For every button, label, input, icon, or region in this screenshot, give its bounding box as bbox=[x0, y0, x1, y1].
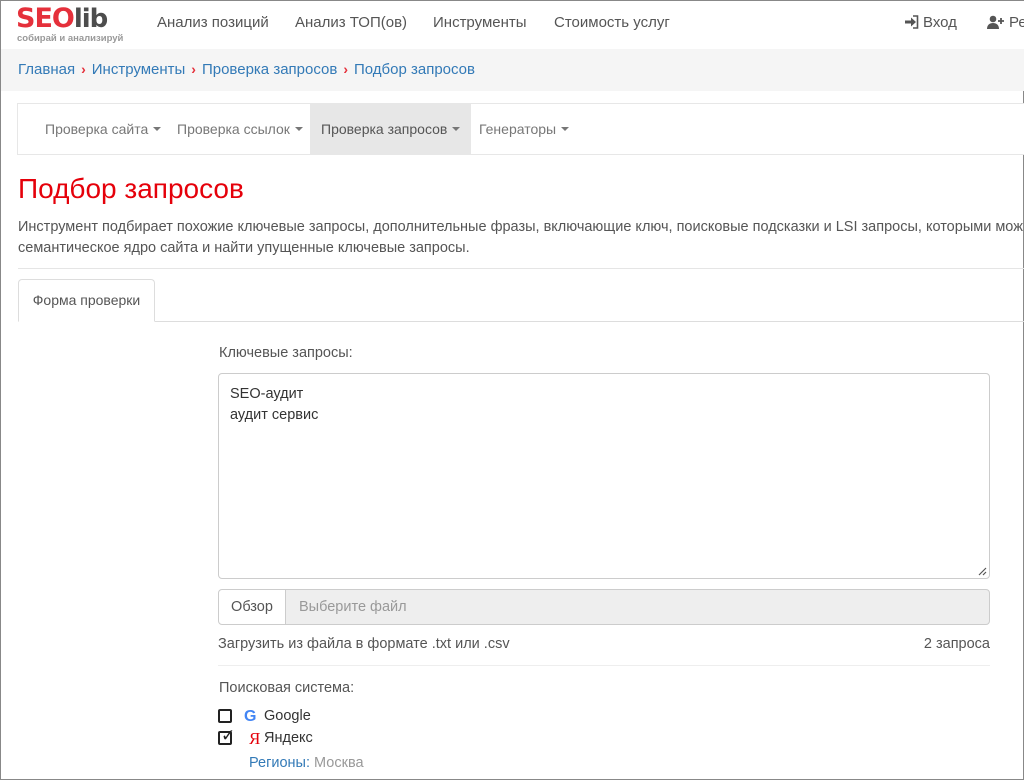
checkmark-icon: ✓ bbox=[221, 726, 236, 745]
breadcrumb-separator-icon: › bbox=[81, 61, 86, 77]
regions-link[interactable]: Регионы: bbox=[249, 755, 310, 771]
logo-seo: SEO bbox=[16, 3, 75, 34]
search-engine-label: Поисковая система: bbox=[219, 680, 355, 696]
nav-link-tools[interactable]: Инструменты bbox=[433, 14, 527, 31]
site-logo[interactable]: SEOlib собирай и анализируй bbox=[16, 3, 136, 45]
regions-value: Москва bbox=[314, 755, 364, 771]
subnav-label: Генераторы bbox=[479, 121, 557, 137]
subnav-generators[interactable]: Генераторы bbox=[468, 104, 580, 154]
google-icon: G bbox=[244, 708, 257, 725]
breadcrumb-bar: Главная › Инструменты › Проверка запросов › По… bbox=[1, 49, 1024, 91]
browse-button[interactable]: Обзор bbox=[218, 589, 286, 625]
breadcrumb-tools[interactable]: Инструменты bbox=[92, 61, 186, 78]
breadcrumb-query-check[interactable]: Проверка запросов bbox=[202, 61, 337, 78]
logo-tagline: собирай и анализируй bbox=[17, 33, 124, 44]
login-label: Вход bbox=[923, 14, 957, 31]
nav-link-top-analysis[interactable]: Анализ ТОП(ов) bbox=[295, 14, 407, 31]
file-input[interactable]: Выберите файл bbox=[285, 589, 990, 625]
divider bbox=[218, 665, 990, 666]
upload-hint: Загрузить из файла в формате .txt или .c… bbox=[218, 636, 510, 652]
breadcrumb-separator-icon: › bbox=[343, 61, 348, 77]
register-link[interactable]: Ре bbox=[987, 14, 1024, 31]
nav-link-pricing[interactable]: Стоимость услуг bbox=[554, 14, 670, 31]
file-upload-group: Обзор Выберите файл bbox=[218, 589, 990, 625]
keywords-textarea[interactable]: SEO-аудит аудит сервис bbox=[218, 373, 990, 579]
caret-down-icon bbox=[153, 127, 162, 131]
yandex-label: Яндекс bbox=[264, 730, 313, 746]
breadcrumb-current: Подбор запросов bbox=[354, 61, 475, 78]
login-link[interactable]: Вход bbox=[904, 14, 957, 31]
google-checkbox[interactable] bbox=[218, 709, 232, 723]
sign-in-icon bbox=[905, 15, 919, 29]
google-label: Google bbox=[264, 708, 311, 724]
page-description: Инструмент подбирает похожие ключевые за… bbox=[18, 219, 1023, 256]
engine-yandex-option[interactable]: ✓ Я Яндекс bbox=[218, 727, 338, 749]
yandex-checkbox[interactable]: ✓ bbox=[218, 727, 235, 745]
subnav-links-check[interactable]: Проверка ссылок bbox=[166, 104, 314, 154]
user-plus-icon bbox=[987, 15, 1004, 29]
subnav-label: Проверка ссылок bbox=[177, 121, 290, 137]
breadcrumb-home[interactable]: Главная bbox=[18, 61, 75, 78]
breadcrumb: Главная › Инструменты › Проверка запросов › По… bbox=[18, 61, 475, 78]
upload-help-row: Загрузить из файла в формате .txt или .c… bbox=[218, 636, 990, 656]
register-label: Ре bbox=[1009, 14, 1024, 31]
tab-divider bbox=[18, 321, 1024, 322]
subnav-queries-check[interactable]: Проверка запросов bbox=[310, 104, 472, 154]
subnav-label: Проверка запросов bbox=[321, 121, 448, 137]
logo-wordmark: SEOlib bbox=[16, 3, 108, 35]
resize-handle-icon[interactable] bbox=[978, 567, 987, 576]
regions-row: Регионы: Москва bbox=[249, 755, 364, 771]
caret-down-icon bbox=[294, 127, 303, 131]
query-count: 2 запроса bbox=[923, 636, 990, 652]
engine-google-option[interactable]: G Google bbox=[218, 707, 338, 727]
subnav-site-check[interactable]: Проверка сайта bbox=[34, 104, 172, 154]
logo-lib: lib bbox=[73, 4, 108, 34]
divider bbox=[18, 268, 1024, 269]
nav-link-positions[interactable]: Анализ позиций bbox=[157, 14, 269, 31]
caret-down-icon bbox=[452, 127, 461, 131]
yandex-icon: Я bbox=[249, 729, 261, 748]
caret-down-icon bbox=[561, 127, 570, 131]
keywords-text: SEO-аудит аудит сервис bbox=[230, 386, 319, 423]
subnav-label: Проверка сайта bbox=[45, 121, 149, 137]
breadcrumb-separator-icon: › bbox=[191, 61, 196, 77]
keywords-label: Ключевые запросы: bbox=[219, 345, 353, 361]
tab-check-form[interactable]: Форма проверки bbox=[18, 279, 155, 322]
page-title: Подбор запросов bbox=[18, 173, 244, 204]
top-navbar: SEOlib собирай и анализируй Анализ позиц… bbox=[1, 1, 1024, 49]
tools-subnav: Проверка сайта Проверка ссылок Проверка … bbox=[17, 103, 1024, 155]
